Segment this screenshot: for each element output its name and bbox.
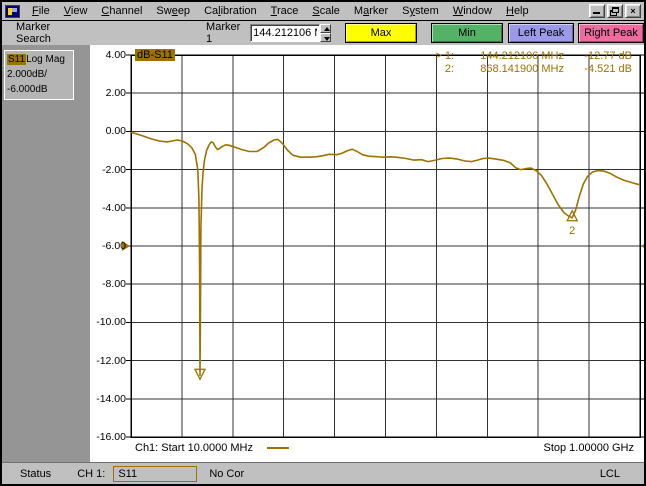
y-axis-label: -10.00 xyxy=(96,316,126,329)
sweep-stop-label: Stop 1.00000 GHz xyxy=(543,442,634,454)
app-icon[interactable] xyxy=(5,4,20,18)
menu-trace[interactable]: Trace xyxy=(264,3,306,19)
y-axis-label: -14.00 xyxy=(96,392,126,405)
menu-calibration[interactable]: Calibration xyxy=(197,3,264,19)
y-axis-label: -4.00 xyxy=(102,201,126,214)
y-axis-label: 4.00 xyxy=(105,49,126,61)
trace-reference-label: -6.000dB xyxy=(7,84,48,95)
marker-number-label: Marker 1 xyxy=(206,21,241,45)
menu-window[interactable]: Window xyxy=(446,3,499,19)
marker-readout-row-1: > 1: 144.212106 MHz -12.77 dB xyxy=(426,50,632,63)
restore-button[interactable] xyxy=(607,4,623,18)
marker-frequency-stepper xyxy=(320,24,331,42)
trace-color-swatch xyxy=(267,447,290,449)
menu-file[interactable]: File xyxy=(25,3,57,19)
menu-view[interactable]: View xyxy=(57,3,95,19)
window-controls: × xyxy=(589,4,644,18)
vna-application-window: File View Channel Sweep Calibration Trace Scal… xyxy=(0,0,646,486)
menu-scale[interactable]: Scale xyxy=(305,3,347,19)
menu-system[interactable]: System xyxy=(395,3,446,19)
stepper-up-button[interactable] xyxy=(320,24,331,33)
trace-status-panel[interactable]: S11Log Mag 2.000dB/ -6.000dB xyxy=(4,50,74,100)
menu-sweep[interactable]: Sweep xyxy=(149,3,197,19)
y-axis-label: -8.00 xyxy=(102,278,126,291)
menu-help[interactable]: Help xyxy=(499,3,536,19)
minimize-button[interactable] xyxy=(589,4,605,18)
y-axis-label: 2.00 xyxy=(105,87,126,100)
y-axis-label: -6.00 xyxy=(102,240,126,252)
trace-status-sidebar: S11Log Mag 2.000dB/ -6.000dB xyxy=(2,45,90,462)
right-peak-button[interactable]: Right Peak xyxy=(578,23,644,43)
s11-plot: 2 xyxy=(122,54,644,438)
close-icon: × xyxy=(630,5,636,16)
status-bar: Status CH 1: S11 No Cor LCL xyxy=(2,462,644,484)
mk-val: -12.77 dB xyxy=(584,50,632,62)
left-peak-button[interactable]: Left Peak xyxy=(508,23,574,43)
marker-search-buttons: Max Min Left Peak Right Peak xyxy=(345,23,644,43)
mk-freq: 868.141900 MHz xyxy=(480,63,564,75)
mk-val: -4.521 dB xyxy=(584,63,632,75)
channel-label: CH 1: xyxy=(77,467,106,480)
minimize-icon xyxy=(593,12,600,14)
marker-readout-row-2: 2: 868.141900 MHz -4.521 dB xyxy=(426,63,632,76)
mk-prefix: > 1: xyxy=(435,50,454,62)
trace-format-label: Log Mag xyxy=(26,54,65,65)
close-button[interactable]: × xyxy=(625,4,641,18)
correction-status: No Cor xyxy=(209,467,245,480)
max-button[interactable]: Max xyxy=(345,23,417,43)
mk-freq: 144.212106 MHz xyxy=(480,50,564,62)
main-content: S11Log Mag 2.000dB/ -6.000dB 2 4.00 2.00 0… xyxy=(2,45,644,462)
y-axis-label: 0.00 xyxy=(105,125,126,138)
reference-level-marker-right[interactable] xyxy=(641,241,644,251)
y-axis-label: -12.00 xyxy=(96,354,126,367)
marker-search-toolbar: Marker Search Marker 1 Max MinLeft PeakRi… xyxy=(2,21,644,45)
menu-bar: File View Channel Sweep Calibration Trace Scal… xyxy=(2,2,644,21)
menu-channel[interactable]: Channel xyxy=(94,3,149,19)
trace-scale-label: 2.000dB/ xyxy=(7,69,48,80)
mk-prefix: 2: xyxy=(444,63,454,75)
menu-marker[interactable]: Marker xyxy=(347,3,395,19)
sweep-start-label: Ch1: Start 10.0000 MHz xyxy=(135,442,254,454)
plot-area: 2 4.00 2.00 0.00 -2.00 -4.00 -6.00 -8.00 -10.00… xyxy=(90,45,644,462)
y-axis-label: -2.00 xyxy=(102,163,126,176)
active-trace-box[interactable]: S11 xyxy=(113,465,198,482)
min-button[interactable]: Min xyxy=(431,23,503,43)
lcl-mode-label: LCL xyxy=(599,467,620,480)
status-label: Status xyxy=(20,467,52,480)
marker-frequency-input[interactable] xyxy=(250,24,321,42)
marker-readout: > 1: 144.212106 MHz -12.77 dB 2: 868.141900 … xyxy=(426,50,632,76)
marker-2-label: 2 xyxy=(569,225,575,237)
stepper-down-button[interactable] xyxy=(320,33,331,42)
trace-title-badge: dB-S11 xyxy=(135,49,175,61)
trace-id-badge: S11 xyxy=(7,54,27,65)
toolbar-title: Marker Search xyxy=(16,21,51,45)
x-axis-row: Ch1: Start 10.0000 MHz Stop 1.00000 GHz xyxy=(90,439,644,457)
menu-items: File View Channel Sweep Calibration Trace Scal… xyxy=(25,3,536,19)
